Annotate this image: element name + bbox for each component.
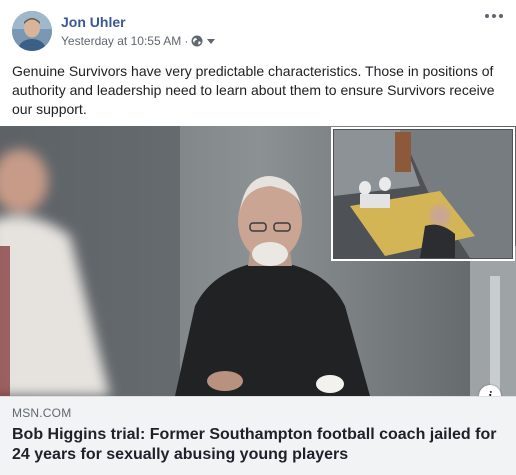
video-still-image — [0, 126, 516, 396]
link-preview-image[interactable] — [0, 126, 516, 396]
author-name[interactable]: Jon Uhler — [61, 14, 126, 30]
post-meta: Yesterday at 10:55 AM · — [61, 34, 216, 48]
link-preview-card[interactable]: MSN.COM Bob Higgins trial: Former Southa… — [0, 396, 516, 475]
avatar-photo — [12, 11, 52, 51]
meta-separator: · — [184, 34, 189, 48]
post-text: Genuine Survivors have very predictable … — [12, 63, 495, 117]
avatar[interactable] — [12, 11, 52, 51]
globe-icon[interactable] — [191, 35, 203, 47]
more-options-icon[interactable] — [482, 8, 506, 24]
link-headline[interactable]: Bob Higgins trial: Former Southampton fo… — [12, 425, 506, 465]
link-source: MSN.COM — [12, 406, 72, 420]
privacy-dropdown-caret-icon[interactable] — [207, 39, 216, 44]
post-timestamp[interactable]: Yesterday at 10:55 AM — [61, 34, 181, 48]
post-header: Jon Uhler Yesterday at 10:55 AM · — [0, 0, 516, 60]
